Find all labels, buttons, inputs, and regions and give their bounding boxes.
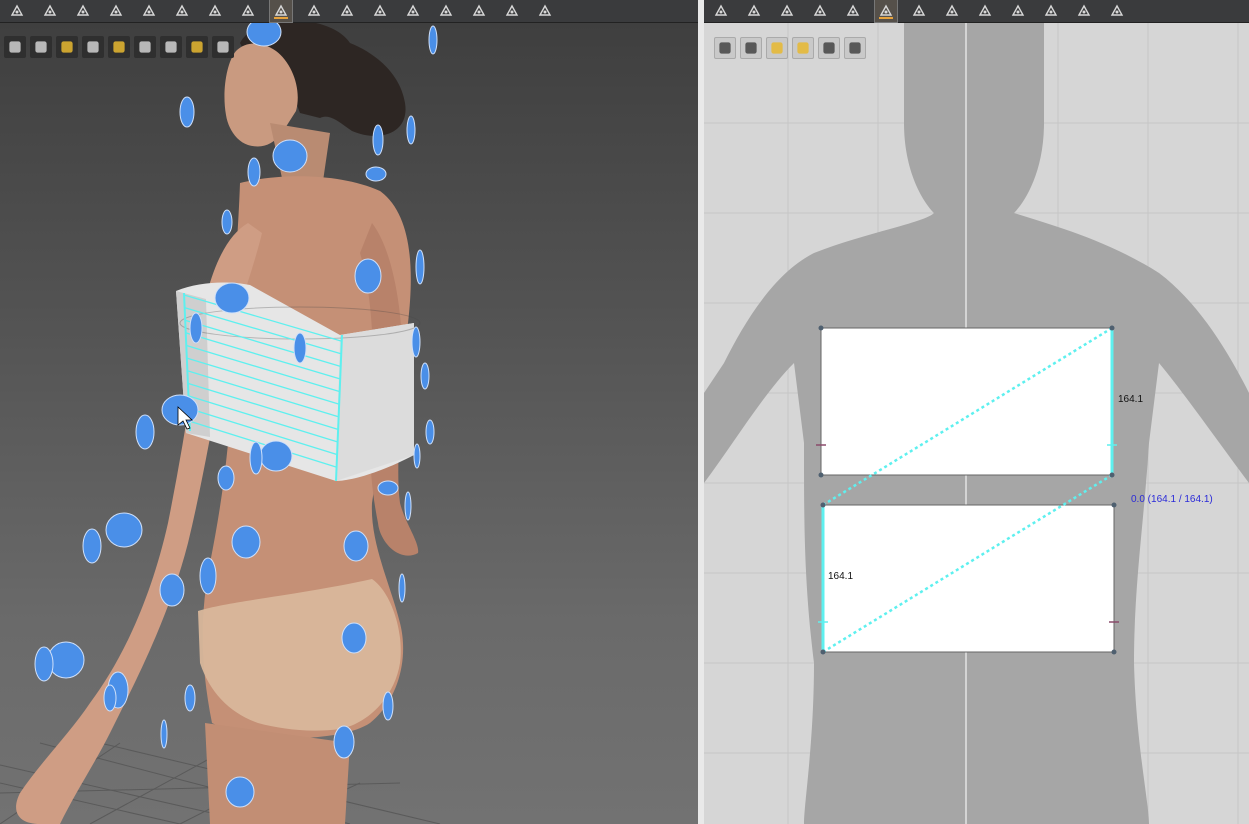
arrangement-point: [214, 282, 250, 314]
arrangement-point: [425, 419, 435, 445]
pattern-top: [820, 327, 1113, 476]
length-label-top: 164.1: [1118, 394, 1144, 405]
move-icon[interactable]: [39, 0, 61, 22]
arrangement-point: [249, 441, 263, 475]
length-label-bottom: 164.1: [828, 571, 854, 582]
export-icon[interactable]: [844, 37, 866, 59]
arrangement-point: [365, 166, 387, 182]
shirt-icon[interactable]: [1106, 0, 1128, 22]
iron-icon[interactable]: [941, 0, 963, 22]
pose-icon[interactable]: [534, 0, 556, 22]
viewport-3d-scene: [0, 23, 441, 824]
arrangement-point: [293, 332, 307, 364]
arrangement-point: [246, 23, 282, 47]
texture-icon[interactable]: [108, 36, 130, 58]
pattern-canvas: [704, 23, 1249, 824]
hanger-icon[interactable]: [468, 0, 490, 22]
camera-icon[interactable]: [204, 0, 226, 22]
arrangement-point: [221, 209, 233, 235]
arrangement-point: [259, 440, 293, 472]
grid-icon[interactable]: [908, 0, 930, 22]
arrangement-point: [272, 139, 308, 173]
arrangement-point: [428, 25, 438, 55]
grid-icon[interactable]: [269, 0, 293, 23]
arrangement-point: [343, 530, 369, 562]
arrangement-point: [184, 684, 196, 712]
pattern-tool-icon[interactable]: [842, 0, 864, 22]
render-icon[interactable]: [4, 36, 26, 58]
arrangement-point: [231, 525, 261, 559]
skin-icon[interactable]: [160, 36, 182, 58]
segment-readout: 0.0 (164.1 / 164.1): [1131, 494, 1213, 505]
arrangement-point: [398, 573, 406, 603]
select-icon[interactable]: [6, 0, 28, 22]
arrangement-point: [341, 622, 367, 654]
arrangement-point: [103, 684, 117, 712]
arrangement-point: [411, 326, 421, 358]
wand-icon[interactable]: [138, 0, 160, 22]
arrangement-point: [160, 719, 168, 749]
arrangement-point: [420, 362, 430, 390]
arrangement-point: [377, 480, 399, 496]
transform-icon[interactable]: [72, 0, 94, 22]
arrangement-point: [404, 491, 412, 521]
avatar-icon[interactable]: [82, 36, 104, 58]
arrangement-point: [189, 312, 203, 344]
arrangement-point: [179, 96, 195, 128]
arrangement-point: [34, 646, 54, 682]
view-2d-pattern[interactable]: 164.1 164.1 0.0 (164.1 / 164.1): [704, 23, 1249, 824]
arrangement-point: [199, 557, 217, 595]
arrangement-point: [415, 249, 425, 285]
camera-icon[interactable]: [212, 36, 234, 58]
arrangement-point: [217, 465, 235, 491]
transform-pattern-icon[interactable]: [743, 0, 765, 22]
arrangement-point: [333, 725, 355, 759]
polygon-icon[interactable]: [809, 0, 831, 22]
garment-icon[interactable]: [105, 0, 127, 22]
pin-icon[interactable]: [336, 0, 358, 22]
arrangement-point: [105, 512, 143, 548]
fold-icon[interactable]: [369, 0, 391, 22]
info-icon[interactable]: [766, 37, 788, 59]
edit-point-icon[interactable]: [710, 0, 732, 22]
view-2d-subtoolbar: [714, 37, 866, 59]
arrangement-point: [47, 641, 85, 679]
button-icon[interactable]: [402, 0, 424, 22]
viewport-3d[interactable]: [0, 23, 698, 824]
shirt-eye-icon[interactable]: [740, 37, 762, 59]
main-toolbar-2d: [704, 0, 1249, 23]
globe-icon[interactable]: [186, 36, 208, 58]
circle-icon[interactable]: [776, 0, 798, 22]
segment-tool-icon[interactable]: [874, 0, 898, 23]
flower-icon[interactable]: [56, 36, 78, 58]
pin-icon[interactable]: [1007, 0, 1029, 22]
viewport-3d-subtoolbar: [4, 36, 234, 58]
avatar-icon[interactable]: [974, 0, 996, 22]
arrangement-point: [354, 258, 382, 294]
brush-icon[interactable]: [714, 37, 736, 59]
arrangement-point: [247, 157, 261, 187]
pattern-bottom: [822, 504, 1115, 653]
shading-icon[interactable]: [134, 36, 156, 58]
layer-icon[interactable]: [818, 37, 840, 59]
segment-tool-icon[interactable]: [237, 0, 259, 22]
garment-icon[interactable]: [30, 36, 52, 58]
stitch-icon[interactable]: [1040, 0, 1062, 22]
arrangement-point: [406, 115, 416, 145]
avatar-icon[interactable]: [171, 0, 193, 22]
arrangement-point: [82, 528, 102, 564]
measure-icon[interactable]: [501, 0, 523, 22]
arrangement-point: [159, 573, 185, 607]
zipper-icon[interactable]: [435, 0, 457, 22]
arrangement-point: [413, 443, 421, 469]
tack-icon[interactable]: [303, 0, 325, 22]
arrangement-point: [135, 414, 155, 450]
arrangement-point: [372, 124, 384, 156]
main-toolbar-3d: [0, 0, 698, 23]
dart-icon[interactable]: [1073, 0, 1095, 22]
arrangement-point: [225, 776, 255, 808]
fabric-icon[interactable]: [792, 37, 814, 59]
arrangement-point: [382, 691, 394, 721]
